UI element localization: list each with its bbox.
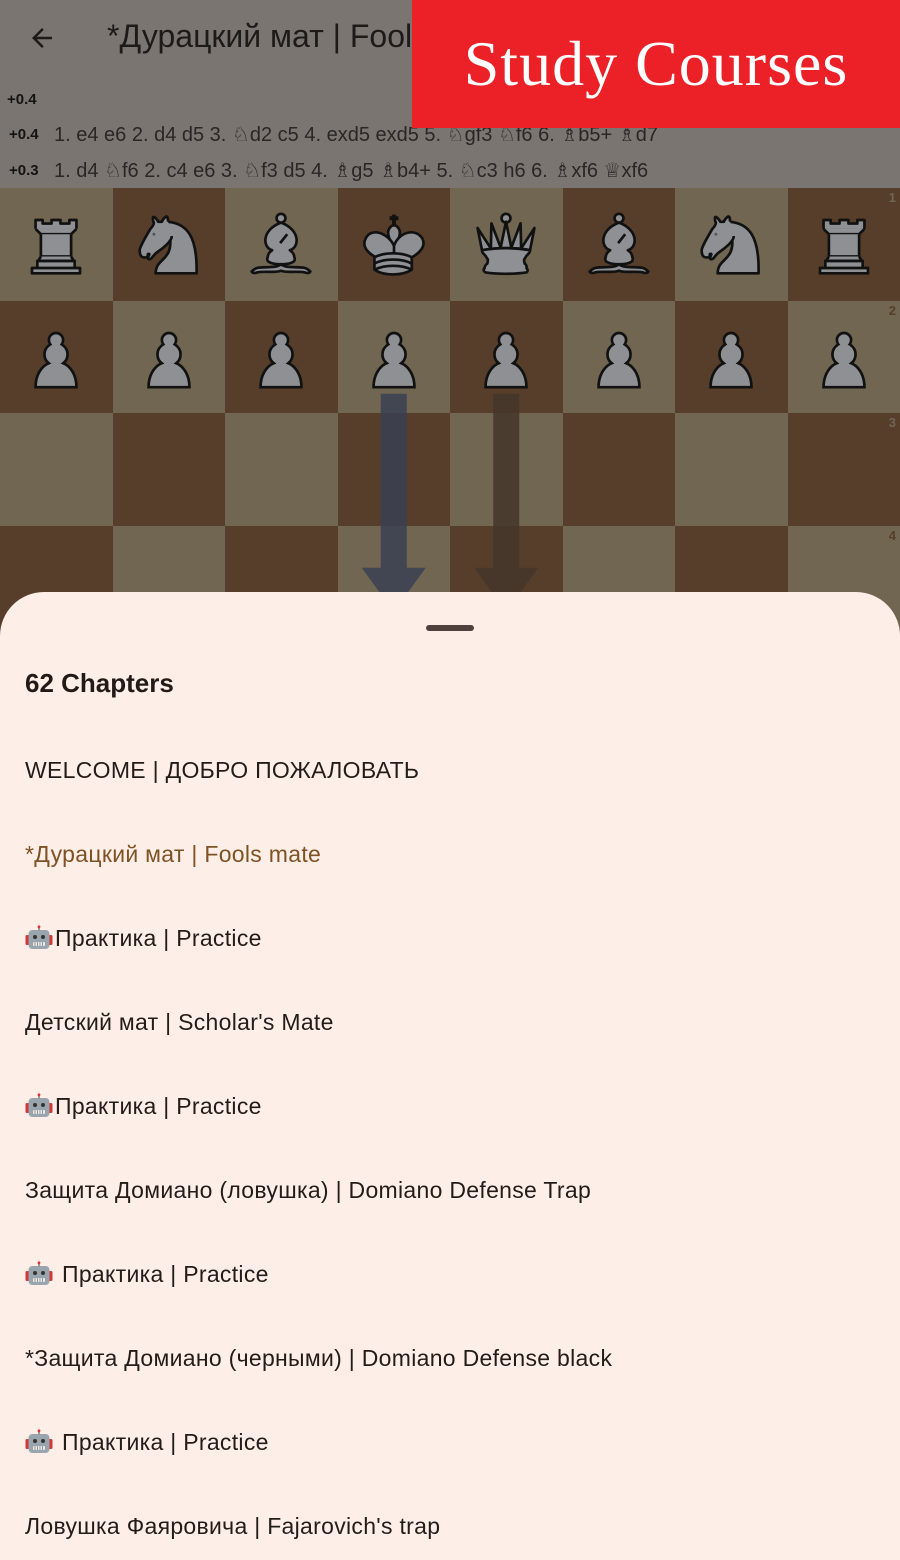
chapter-label: *Защита Домиано (черными) | Domiano Defe… xyxy=(25,1344,613,1371)
arrow-left-icon xyxy=(32,28,52,48)
move-arrow xyxy=(474,393,539,612)
eval-score: +0.4 xyxy=(7,90,37,108)
chapter-label: Защита Домиано (ловушка) | Domiano Defen… xyxy=(25,1176,592,1203)
back-button[interactable] xyxy=(20,18,64,58)
chapter-item[interactable]: *Защита Домиано (черными) | Domiano Defe… xyxy=(0,1316,900,1400)
chapter-label: *Дурацкий мат | Fools mate xyxy=(25,840,322,867)
arrow-shape xyxy=(474,393,539,612)
chapter-label: Детский мат | Scholar's Mate xyxy=(25,1008,334,1035)
eval-score: +0.4 xyxy=(9,125,39,143)
chapter-item[interactable]: Практика | Practice xyxy=(0,1400,900,1484)
chapter-item[interactable]: Детский мат | Scholar's Mate xyxy=(0,980,900,1064)
chapter-item[interactable]: Защита Домиано (ловушка) | Domiano Defen… xyxy=(0,1148,900,1232)
robot-icon xyxy=(25,1261,53,1287)
chapter-label: Практика | Practice xyxy=(55,1092,262,1119)
robot-icon xyxy=(25,1093,53,1119)
chapter-item[interactable]: Практика | Practice xyxy=(0,1064,900,1148)
robot-icon xyxy=(25,1429,53,1455)
chapter-item[interactable]: Ловушка Фаяровича | Fajarovich's trap xyxy=(0,1484,900,1560)
chapter-item[interactable]: *Дурацкий мат | Fools mate xyxy=(0,812,900,896)
drag-handle[interactable] xyxy=(426,625,474,631)
chapter-label: Практика | Practice xyxy=(55,924,262,951)
chapters-bottom-sheet: 62 Chapters WELCOME | ДОБРО ПОЖАЛОВАТЬ *Д… xyxy=(0,592,900,1560)
eval-score: +0.3 xyxy=(9,161,39,179)
chapters-list: WELCOME | ДОБРО ПОЖАЛОВАТЬ *Дурацкий мат … xyxy=(0,728,900,1560)
engine-line[interactable]: +0.3 1. d4 ♘f6 2. c4 e6 3. ♘f3 d5 4. ♗g5… xyxy=(0,152,900,188)
chapters-count-title: 62 Chapters xyxy=(25,668,174,698)
engine-moves: 1. d4 ♘f6 2. c4 e6 3. ♘f3 d5 4. ♗g5 ♗b4+… xyxy=(54,159,649,182)
chapter-label: Практика | Practice xyxy=(62,1428,269,1455)
chapter-label: Ловушка Фаяровича | Fajarovich's trap xyxy=(25,1512,441,1539)
banner-text: Study Courses xyxy=(463,28,849,99)
chapter-label: WELCOME | ДОБРО ПОЖАЛОВАТЬ xyxy=(25,756,420,783)
chapter-item[interactable]: Практика | Practice xyxy=(0,896,900,980)
chapter-item[interactable]: WELCOME | ДОБРО ПОЖАЛОВАТЬ xyxy=(0,728,900,812)
study-courses-banner: Study Courses xyxy=(412,0,900,128)
chapter-label: Практика | Practice xyxy=(62,1260,269,1287)
robot-icon xyxy=(25,925,53,951)
chapter-item[interactable]: Практика | Practice xyxy=(0,1232,900,1316)
